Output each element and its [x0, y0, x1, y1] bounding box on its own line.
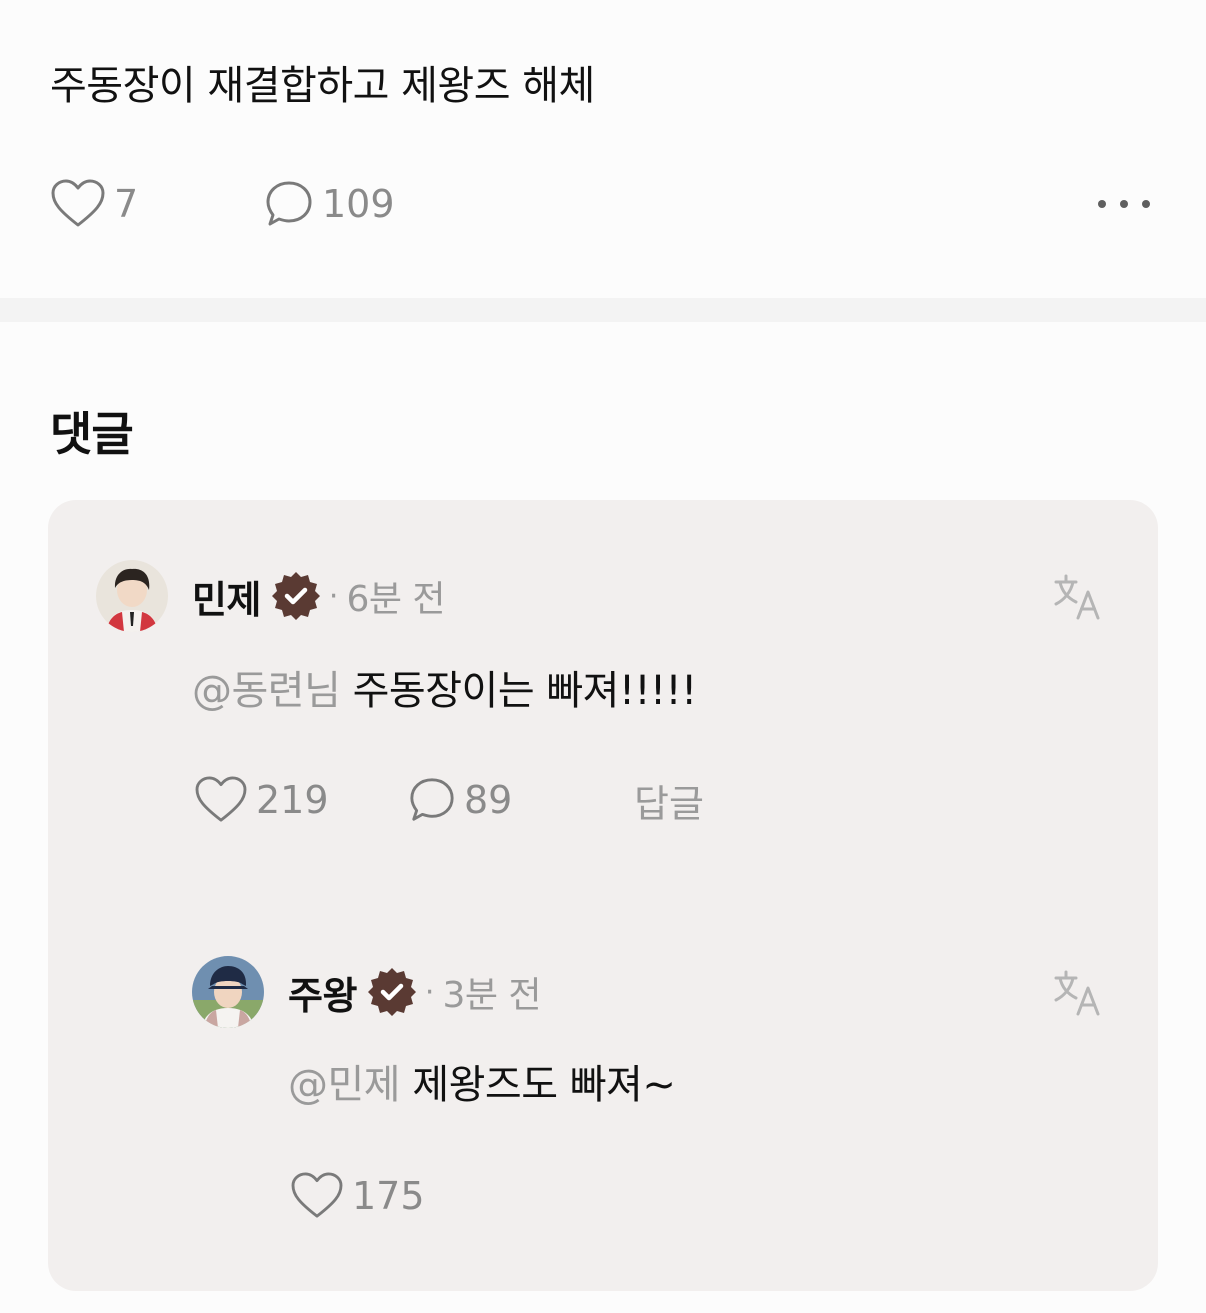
more-horizontal-icon	[1098, 200, 1106, 208]
comment-time: 3분 전	[442, 975, 542, 1016]
comment-body: @민제 제왕즈도 빠져~	[288, 1052, 676, 1110]
verified-badge-icon	[271, 572, 320, 620]
post-actions: 7 109	[50, 176, 1160, 232]
section-divider	[0, 298, 1206, 322]
comment-like-button[interactable]: 175	[290, 1168, 425, 1224]
comment-actions: 219 89 답글	[194, 772, 794, 828]
more-options-button[interactable]	[1096, 186, 1152, 222]
avatar[interactable]	[192, 956, 264, 1028]
speech-bubble-icon	[266, 181, 312, 226]
more-dot	[1142, 200, 1150, 208]
heart-outline-icon	[291, 1172, 343, 1218]
comment-header: 주왕 · 3분 전	[288, 964, 542, 1020]
separator: ·	[424, 974, 435, 1010]
mention-link[interactable]: @민제	[288, 1062, 401, 1108]
post-like-button[interactable]: 7	[50, 176, 138, 232]
comment-body: @동련님 주동장이는 빠져!!!!!	[192, 658, 697, 716]
verified-badge-icon	[367, 968, 416, 1016]
comment-actions: 175	[290, 1168, 590, 1224]
author-name[interactable]: 민제	[192, 569, 261, 624]
avatar-image	[192, 956, 264, 1028]
more-dot	[1120, 200, 1128, 208]
reply-label: 답글	[634, 781, 704, 826]
heart-outline-icon	[51, 179, 105, 227]
comments-heading: 댓글	[50, 407, 134, 461]
translate-icon[interactable]	[1052, 570, 1104, 622]
comment-like-count: 175	[352, 1174, 425, 1218]
post-title: 주동장이 재결합하고 제왕즈 해체	[50, 63, 595, 109]
separator: ·	[328, 578, 339, 614]
avatar-image	[96, 560, 168, 632]
comment-reply-count-button[interactable]: 89	[408, 772, 512, 828]
translate-icon[interactable]	[1052, 966, 1104, 1018]
comment-text: 제왕즈도 빠져~	[412, 1062, 676, 1108]
post-like-count: 7	[114, 182, 139, 226]
avatar[interactable]	[96, 560, 168, 632]
comment-time: 6분 전	[346, 579, 446, 620]
reply-button[interactable]: 답글	[634, 772, 704, 828]
comment-text: 주동장이는 빠져!!!!!	[352, 668, 698, 714]
heart-outline-icon	[195, 776, 247, 822]
mention-link[interactable]: @동련님	[192, 668, 341, 714]
reply-item: 주왕 · 3분 전 @민제 제왕즈도 빠져~ 175	[48, 940, 1158, 1260]
comment-like-button[interactable]: 219	[194, 772, 329, 828]
comment-thread-card: 민제 · 6분 전 @동련님 주동장이는 빠져!!!!! 219 89 답글 주…	[48, 500, 1158, 1291]
comment-like-count: 219	[256, 778, 329, 822]
page: 주동장이 재결합하고 제왕즈 해체 7 109 댓글 민제 · 6분 전 @동련…	[0, 0, 1206, 1313]
author-name[interactable]: 주왕	[288, 965, 357, 1020]
speech-bubble-icon	[410, 778, 454, 821]
comment-item: 민제 · 6분 전 @동련님 주동장이는 빠져!!!!! 219 89 답글	[48, 500, 1158, 840]
comment-reply-count: 89	[464, 778, 513, 822]
comment-header: 민제 · 6분 전	[192, 568, 446, 624]
post-comment-count: 109	[322, 182, 395, 226]
post-comment-button[interactable]: 109	[264, 176, 395, 232]
